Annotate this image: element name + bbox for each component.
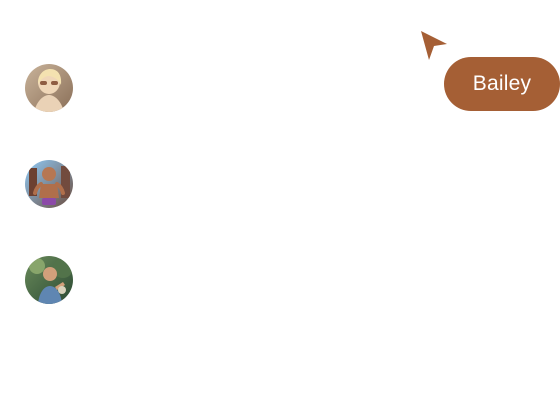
pointer-arrow-icon: [419, 29, 451, 61]
avatar[interactable]: [25, 256, 73, 304]
collaborator-cursor-label: Bailey: [444, 57, 560, 111]
avatar[interactable]: [25, 160, 73, 208]
avatar-list: [25, 64, 73, 304]
avatar[interactable]: [25, 64, 73, 112]
collaboration-canvas: Bailey: [0, 0, 560, 416]
